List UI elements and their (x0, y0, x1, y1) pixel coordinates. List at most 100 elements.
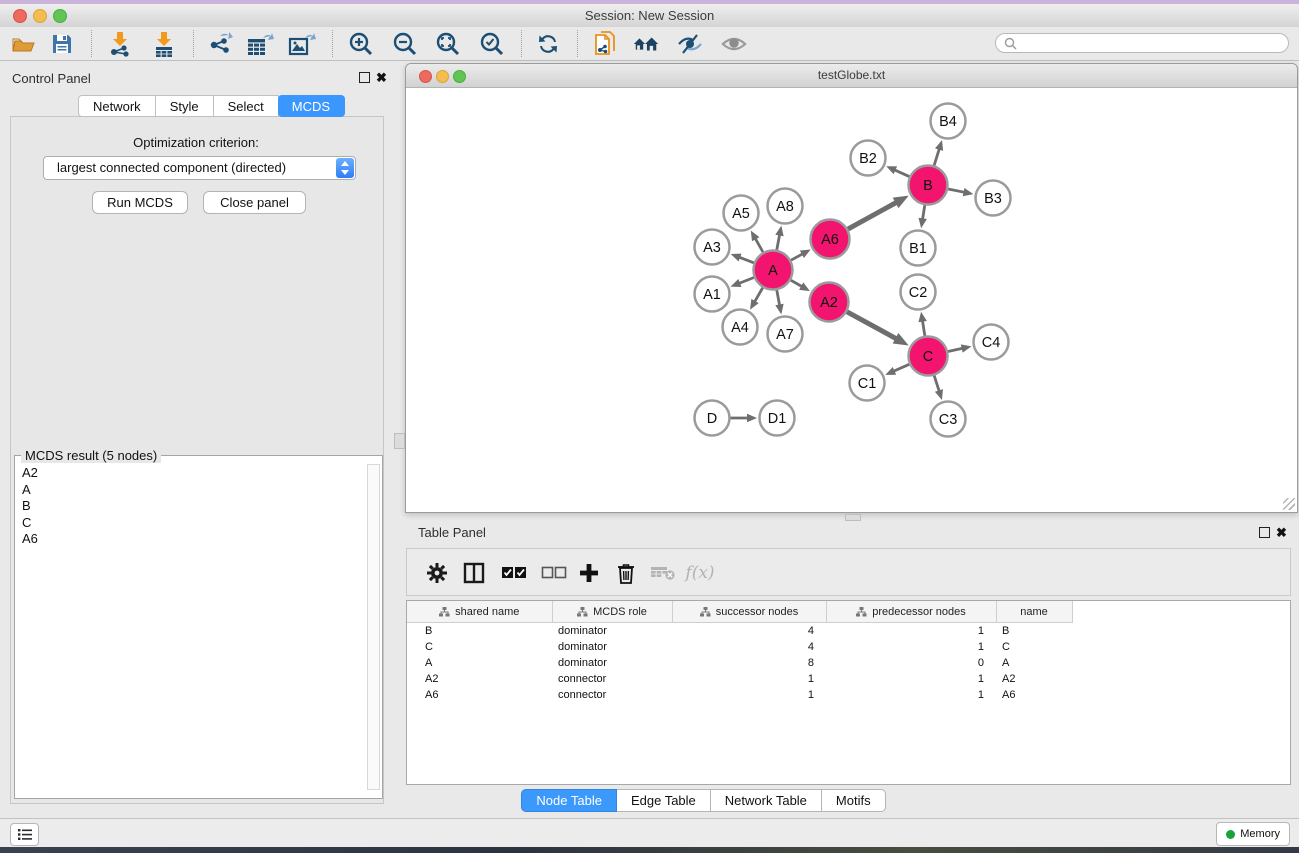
table-cell[interactable] (1072, 687, 1290, 703)
run-mcds-button[interactable]: Run MCDS (92, 191, 188, 214)
tab-network[interactable]: Network (78, 95, 156, 117)
zoom-out-icon[interactable] (391, 30, 419, 58)
network-view-window[interactable]: testGlobe.txt B4B2BB3A5A8A6A3B1AA1C2A2A4… (405, 63, 1298, 513)
export-image-icon[interactable] (288, 30, 316, 58)
zoom-traffic-light[interactable] (53, 9, 67, 23)
table-cell[interactable]: 8 (672, 655, 826, 671)
table-cell[interactable]: 1 (672, 687, 826, 703)
network-window-titlebar[interactable]: testGlobe.txt (406, 64, 1297, 88)
horizontal-splitter-grip[interactable] (845, 514, 861, 521)
table-cell[interactable]: C (407, 639, 552, 655)
table-cell[interactable]: A (996, 655, 1072, 671)
add-column-icon[interactable] (574, 559, 604, 587)
node-table-body[interactable]: Bdominator41BCdominator41CAdominator80AA… (407, 623, 1290, 704)
graph-edge[interactable] (934, 376, 939, 392)
graph-edge[interactable] (791, 254, 803, 260)
graph-edge[interactable] (847, 312, 896, 339)
vertical-splitter-grip[interactable] (394, 433, 405, 449)
mcds-result-item[interactable]: A (15, 483, 382, 500)
graph-edge[interactable] (948, 348, 963, 351)
tab-style[interactable]: Style (156, 95, 214, 117)
function-builder-icon[interactable]: f(x) (685, 559, 715, 587)
mcds-result-item[interactable]: A2 (15, 466, 382, 483)
mcds-scrollbar[interactable] (367, 464, 380, 790)
mcds-result-item[interactable]: A6 (15, 532, 382, 549)
table-row[interactable]: Adominator80A (407, 655, 1290, 671)
zoom-selected-icon[interactable] (478, 30, 506, 58)
graph-edge[interactable] (922, 321, 924, 336)
tab-mcds[interactable]: MCDS (278, 95, 345, 117)
graph-edge[interactable] (948, 189, 964, 192)
table-row[interactable]: Cdominator41C (407, 639, 1290, 655)
mcds-result-item[interactable]: C (15, 516, 382, 533)
graph-edge[interactable] (739, 278, 754, 284)
delete-column-icon[interactable] (611, 559, 641, 587)
delete-table-icon[interactable] (648, 559, 678, 587)
column-header-predecessor-nodes[interactable]: predecessor nodes (826, 601, 996, 623)
search-input[interactable] (995, 33, 1289, 53)
first-neighbors-icon[interactable] (632, 30, 660, 58)
table-cell[interactable]: 0 (826, 655, 996, 671)
memory-button[interactable]: Memory (1216, 822, 1290, 846)
column-header-name[interactable]: name (996, 601, 1072, 623)
graph-edge[interactable] (739, 257, 754, 263)
column-header-shared-name[interactable]: shared name (407, 601, 552, 623)
table-cell[interactable] (1072, 639, 1290, 655)
close-panel-button[interactable]: Close panel (203, 191, 306, 214)
tab-node-table[interactable]: Node Table (521, 789, 617, 812)
table-cell[interactable]: dominator (552, 639, 672, 655)
deselect-all-checks-icon[interactable] (539, 559, 569, 587)
control-panel-close-icon[interactable]: ✖ (376, 70, 387, 86)
graph-edge[interactable] (777, 290, 780, 305)
settings-gear-icon[interactable] (422, 559, 452, 587)
export-table-icon[interactable] (246, 30, 274, 58)
export-network-icon[interactable] (207, 30, 235, 58)
column-header-MCDS-role[interactable]: MCDS role (552, 601, 672, 623)
table-row[interactable]: A2connector11A2 (407, 671, 1290, 687)
table-row[interactable]: A6connector11A6 (407, 687, 1290, 703)
hide-selected-icon[interactable] (676, 30, 704, 58)
table-row[interactable]: Bdominator41B (407, 623, 1290, 640)
tab-network-table[interactable]: Network Table (711, 789, 822, 812)
control-panel-float-icon[interactable] (359, 72, 370, 83)
graph-edge[interactable] (934, 149, 939, 166)
graph-edge[interactable] (791, 280, 802, 286)
tab-edge-table[interactable]: Edge Table (617, 789, 711, 812)
save-session-icon[interactable] (48, 30, 76, 58)
graph-edge[interactable] (755, 238, 763, 252)
graph-edge[interactable] (848, 202, 897, 229)
column-header-successor-nodes[interactable]: successor nodes (672, 601, 826, 623)
table-cell[interactable]: 1 (826, 687, 996, 703)
network-close-traffic-light[interactable] (419, 70, 432, 83)
import-network-icon[interactable] (106, 30, 134, 58)
graph-edge[interactable] (777, 235, 780, 250)
table-cell[interactable]: 4 (672, 639, 826, 655)
table-cell[interactable]: A6 (996, 687, 1072, 703)
table-cell[interactable]: B (996, 623, 1072, 640)
table-cell[interactable]: 1 (826, 623, 996, 640)
close-traffic-light[interactable] (13, 9, 27, 23)
tab-select[interactable]: Select (214, 95, 279, 117)
table-cell[interactable]: 1 (826, 671, 996, 687)
import-table-icon[interactable] (150, 30, 178, 58)
table-cell[interactable]: A2 (996, 671, 1072, 687)
table-cell[interactable]: dominator (552, 623, 672, 640)
table-cell[interactable] (1072, 671, 1290, 687)
table-cell[interactable]: C (996, 639, 1072, 655)
network-zoom-traffic-light[interactable] (453, 70, 466, 83)
table-cell[interactable]: 4 (672, 623, 826, 640)
table-panel-float-icon[interactable] (1259, 527, 1270, 538)
select-all-checks-icon[interactable] (499, 559, 529, 587)
network-canvas[interactable]: B4B2BB3A5A8A6A3B1AA1C2A2A4A7CC4C1C3DD1 (407, 88, 1296, 512)
zoom-in-icon[interactable] (347, 30, 375, 58)
table-cell[interactable]: 1 (672, 671, 826, 687)
show-all-icon[interactable] (720, 30, 748, 58)
table-cell[interactable] (1072, 623, 1290, 640)
task-history-button[interactable] (10, 823, 39, 846)
table-panel-close-icon[interactable]: ✖ (1276, 525, 1287, 541)
table-cell[interactable]: A (407, 655, 552, 671)
graph-edge[interactable] (755, 288, 763, 302)
criterion-dropdown[interactable]: largest connected component (directed) (43, 156, 356, 180)
toggle-panel-columns-icon[interactable] (459, 559, 489, 587)
tab-motifs[interactable]: Motifs (822, 789, 886, 812)
